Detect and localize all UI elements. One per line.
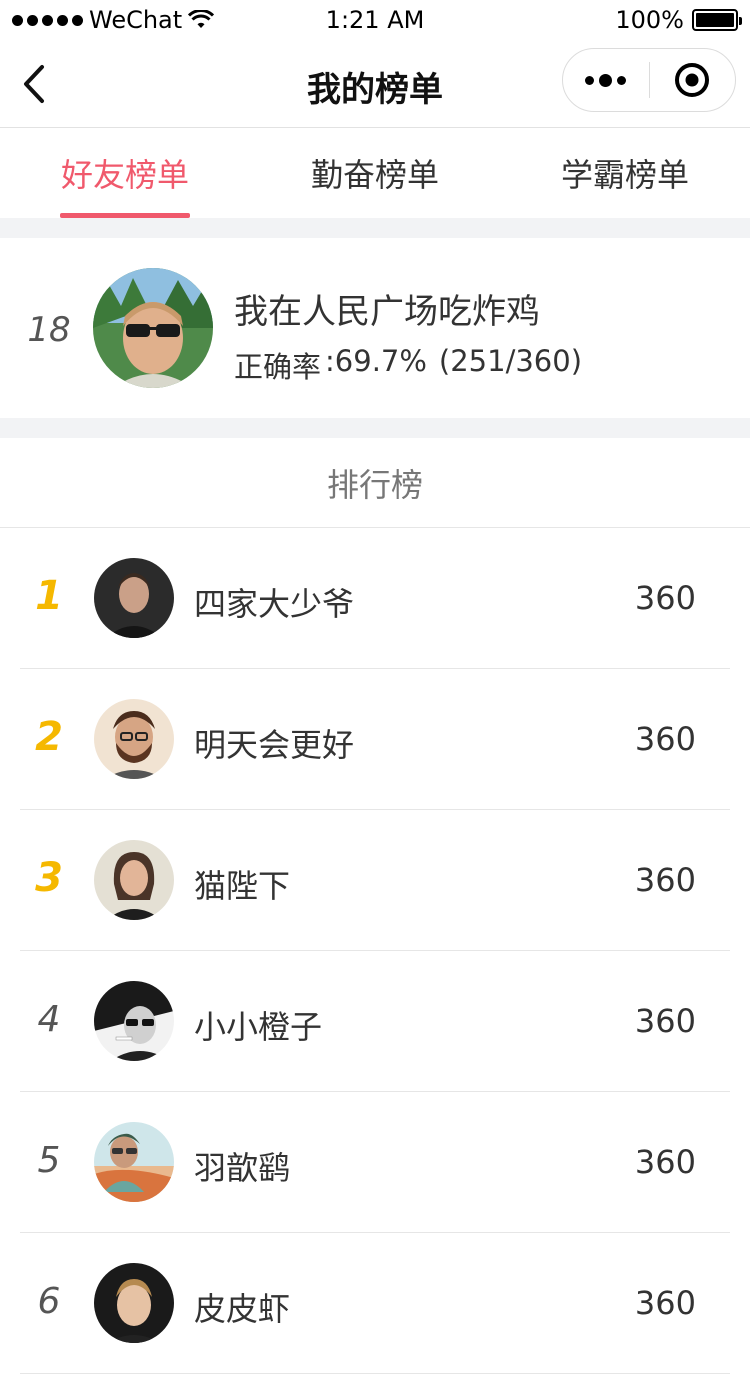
rank-number: 1: [35, 573, 63, 619]
avatar: [94, 699, 174, 779]
avatar: [94, 1263, 174, 1343]
my-rank-card: 18 我在人民广场吃炸鸡 正确率 :69.7% (251/360): [0, 238, 750, 418]
avatar: [93, 268, 213, 388]
status-bar: WeChat 1:21 AM 100%: [0, 0, 750, 40]
user-name: 羽歆鹞: [194, 1149, 291, 1187]
battery-icon: [692, 9, 742, 31]
mini-program-capsule: [562, 48, 736, 112]
rank-number: 6: [37, 1281, 61, 1322]
list-item[interactable]: 6 皮皮虾 360: [20, 1233, 730, 1374]
battery-percent: 100%: [615, 6, 684, 34]
avatar: [94, 1122, 174, 1202]
status-bar-right: 100%: [615, 6, 742, 34]
user-name: 四家大少爷: [194, 585, 355, 623]
leaderboard-list: 1 四家大少爷 360 2 明天会更好 360 3 猫陛下 360 4 小小橙子…: [0, 528, 750, 1374]
rank-number: 5: [37, 1140, 61, 1181]
leaderboard-header: 排行榜: [0, 438, 750, 528]
avatar: [94, 558, 174, 638]
list-item[interactable]: 3 猫陛下 360: [20, 810, 730, 951]
accuracy-value: :69.7%: [325, 344, 427, 378]
avatar: [94, 981, 174, 1061]
tab-friends[interactable]: 好友榜单: [0, 128, 250, 218]
section-divider: [0, 418, 750, 438]
rank-number: 2: [35, 714, 63, 760]
my-accuracy: 正确率 :69.7% (251/360): [234, 344, 582, 386]
user-name: 明天会更好: [194, 726, 355, 764]
battery-fill: [696, 13, 734, 27]
more-button[interactable]: [563, 49, 649, 111]
list-item[interactable]: 5 羽歆鹞 360: [20, 1092, 730, 1233]
rank-number: 3: [35, 855, 63, 901]
user-name: 皮皮虾: [194, 1290, 291, 1328]
avatar: [94, 840, 174, 920]
my-rank-number: 18: [27, 310, 71, 350]
rank-number: 4: [37, 999, 61, 1040]
list-item[interactable]: 4 小小橙子 360: [20, 951, 730, 1092]
navigation-bar: 我的榜单: [0, 40, 750, 128]
tab-bar: 好友榜单 勤奋榜单 学霸榜单: [0, 128, 750, 218]
user-score: 360: [634, 720, 696, 758]
close-mini-program-button[interactable]: [650, 49, 736, 111]
tab-top-student[interactable]: 学霸榜单: [500, 128, 750, 218]
my-nickname: 我在人民广场吃炸鸡: [234, 292, 540, 332]
user-name: 小小橙子: [194, 1008, 323, 1046]
user-score: 360: [634, 1284, 696, 1322]
accuracy-label: 正确率: [234, 350, 322, 384]
list-item[interactable]: 2 明天会更好 360: [20, 669, 730, 810]
section-divider: [0, 218, 750, 238]
more-dots-icon: [585, 73, 627, 87]
target-circle-icon: [674, 62, 710, 98]
tab-diligence[interactable]: 勤奋榜单: [250, 128, 500, 218]
user-score: 360: [634, 861, 696, 899]
list-item[interactable]: 1 四家大少爷 360: [20, 528, 730, 669]
user-score: 360: [634, 579, 696, 617]
user-name: 猫陛下: [194, 867, 291, 905]
accuracy-ratio: (251/360): [438, 344, 583, 378]
user-score: 360: [634, 1002, 696, 1040]
user-score: 360: [634, 1143, 696, 1181]
